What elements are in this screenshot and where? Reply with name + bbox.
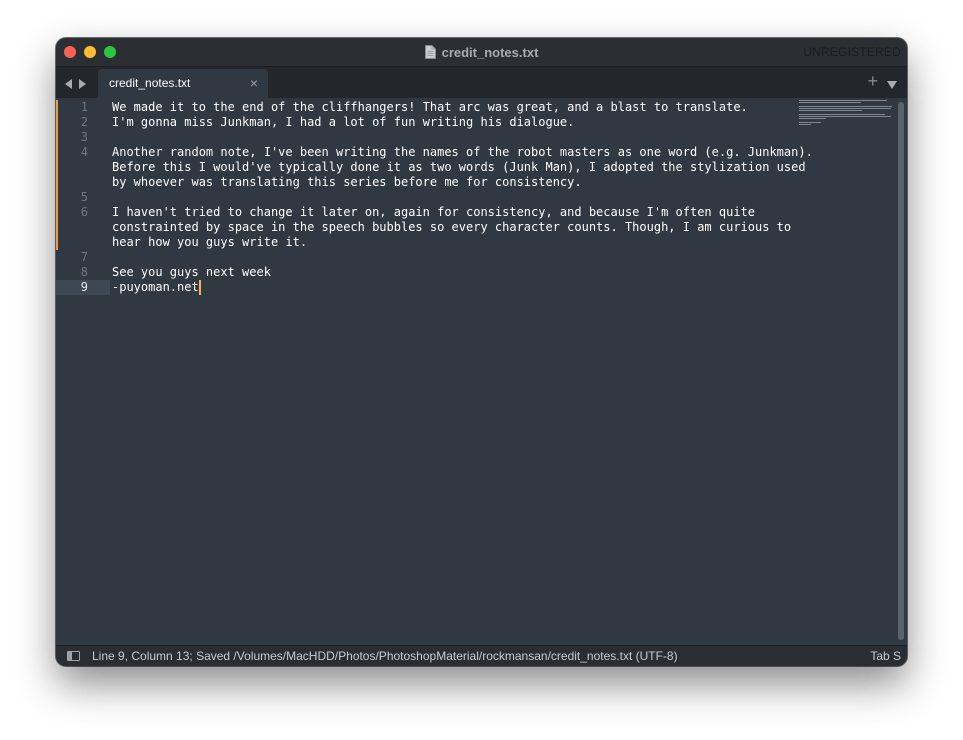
tab-label: credit_notes.txt	[109, 76, 191, 90]
text-line: See you guys next week	[112, 265, 271, 279]
chevron-down-icon[interactable]	[887, 76, 897, 94]
text-line: by whoever was translating this series b…	[112, 175, 582, 189]
text-cursor	[198, 280, 201, 295]
window-title: credit_notes.txt	[441, 44, 539, 60]
text-line	[112, 250, 812, 265]
line-number: 5	[80, 190, 88, 204]
text-line: I'm gonna miss Junkman, I had a lot of f…	[112, 115, 575, 129]
line-number: 2	[80, 115, 88, 129]
line-number: 8	[80, 265, 88, 279]
tab-bar: credit_notes.txt × +	[56, 67, 907, 98]
line-number: 4	[80, 145, 88, 159]
text-line: hear how you guys write it.	[112, 235, 308, 249]
line-number-current: 9	[80, 280, 88, 294]
text-line: Before this I would've typically done it…	[112, 160, 806, 174]
registration-status: UNREGISTERED	[803, 45, 901, 59]
close-window-button[interactable]	[64, 46, 76, 58]
line-number: 6	[80, 205, 88, 219]
editor-area[interactable]: 1 2 3 4 5 6 7 8 9 We made it to the end …	[56, 98, 907, 646]
plus-icon[interactable]: +	[867, 72, 878, 90]
minimize-window-button[interactable]	[84, 46, 96, 58]
tab-size-indicator[interactable]: Tab S	[870, 649, 901, 663]
line-number: 1	[80, 100, 88, 114]
status-message: Line 9, Column 13; Saved /Volumes/MacHDD…	[92, 649, 678, 663]
text-line: I haven't tried to change it later on, a…	[112, 205, 755, 219]
text-line: -puyoman.net	[112, 280, 199, 294]
text-line: We made it to the end of the cliffhanger…	[112, 100, 748, 114]
line-number-gutter: 1 2 3 4 5 6 7 8 9	[56, 98, 110, 646]
panel-toggle-icon[interactable]	[67, 651, 80, 661]
status-bar: Line 9, Column 13; Saved /Volumes/MacHDD…	[56, 645, 907, 666]
maximize-window-button[interactable]	[104, 46, 116, 58]
document-icon	[424, 45, 436, 59]
nav-back-icon[interactable]	[65, 76, 73, 94]
text-line: constrainted by space in the speech bubb…	[112, 220, 792, 234]
line-number: 7	[80, 250, 88, 264]
text-line: Another random note, I've been writing t…	[112, 145, 813, 159]
close-icon[interactable]: ×	[250, 75, 258, 91]
line-number: 3	[80, 130, 88, 144]
text-content[interactable]: We made it to the end of the cliffhanger…	[112, 100, 813, 295]
editor-window: credit_notes.txt UNREGISTERED credit_not…	[56, 38, 907, 666]
text-line	[112, 130, 812, 145]
nav-forward-icon[interactable]	[78, 76, 86, 94]
vertical-scrollbar[interactable]	[898, 102, 904, 640]
minimap[interactable]	[799, 100, 895, 140]
tab-credit-notes[interactable]: credit_notes.txt ×	[98, 69, 268, 98]
title-bar: credit_notes.txt UNREGISTERED	[56, 38, 907, 67]
text-line	[112, 190, 812, 205]
